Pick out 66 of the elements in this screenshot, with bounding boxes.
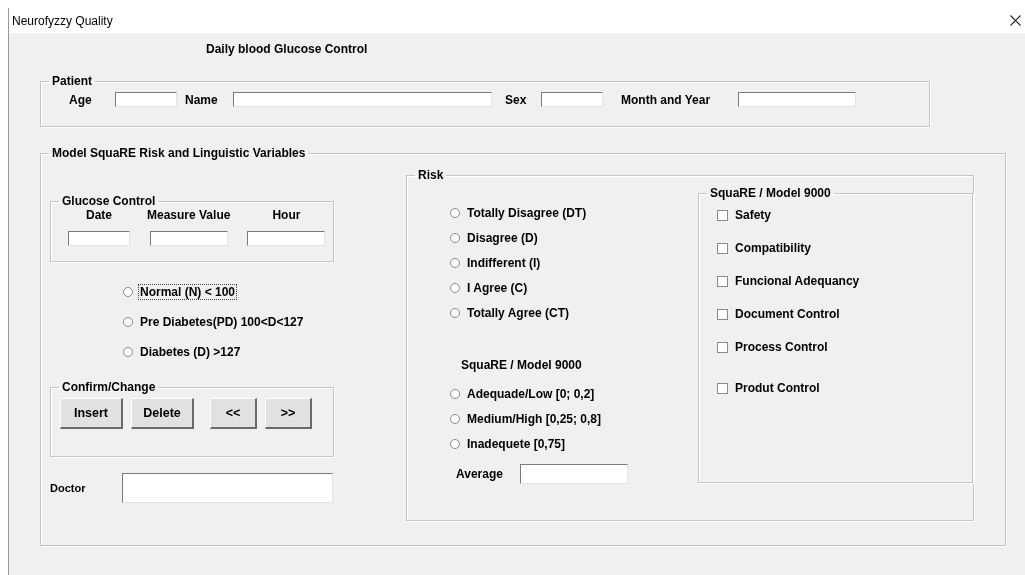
radio-label[interactable]: Inadequete [0,75] — [465, 436, 568, 452]
radio-button[interactable] — [450, 208, 460, 218]
checkbox-label[interactable]: Produt Control — [733, 380, 822, 396]
radio-button[interactable] — [123, 347, 133, 357]
group-legend: Risk — [415, 168, 447, 182]
checkbox-label[interactable]: Safety — [733, 207, 774, 223]
checkbox[interactable] — [717, 275, 728, 287]
group-legend: Model SquaRE Risk and Linguistic Variables — [49, 146, 309, 160]
input-field[interactable] — [541, 92, 603, 107]
radio-label[interactable]: I Agree (C) — [465, 280, 530, 296]
close-icon[interactable] — [1010, 15, 1021, 26]
input-field[interactable] — [68, 231, 130, 246]
radio-button[interactable] — [123, 287, 133, 297]
field-label: Name — [185, 92, 219, 107]
input-field[interactable] — [122, 473, 333, 503]
input-field[interactable] — [115, 92, 177, 107]
group-legend: Patient — [49, 74, 95, 88]
section-label: SquaRE / Model 9000 — [461, 358, 582, 372]
field-label: Average — [456, 467, 504, 481]
radio-label[interactable]: Diabetes (D) >127 — [138, 344, 243, 360]
action-button[interactable]: >> — [265, 398, 312, 429]
radio-button[interactable] — [450, 439, 460, 449]
checkbox-label[interactable]: Funcional Adequancy — [733, 273, 862, 289]
field-label: Age — [69, 92, 93, 107]
radio-button[interactable] — [450, 389, 460, 399]
input-field[interactable] — [149, 231, 228, 246]
radio-button[interactable] — [450, 308, 460, 318]
field-label: Date — [86, 208, 112, 222]
field-label: Hour — [272, 208, 301, 222]
radio-label[interactable]: Indifferent (I) — [465, 255, 543, 271]
group-legend: Confirm/Change — [59, 380, 159, 394]
radio-button[interactable] — [450, 258, 460, 268]
radio-label[interactable]: Totally Disagree (DT) — [465, 205, 589, 221]
radio-label[interactable]: Adequade/Low [0; 0,2] — [465, 386, 597, 402]
checkbox[interactable] — [717, 382, 728, 394]
radio-label[interactable]: Totally Agree (CT) — [465, 305, 571, 321]
checkbox[interactable] — [717, 341, 728, 353]
radio-label[interactable]: Disagree (D) — [465, 230, 540, 246]
checkbox-label[interactable]: Compatibility — [733, 240, 813, 256]
checkbox[interactable] — [717, 242, 728, 254]
input-field[interactable] — [233, 92, 492, 107]
checkbox-label[interactable]: Document Control — [733, 306, 842, 322]
form-heading: Daily blood Glucose Control — [206, 42, 368, 56]
input-field[interactable] — [738, 92, 856, 107]
action-button[interactable]: Delete — [131, 398, 194, 429]
radio-button[interactable] — [450, 414, 460, 424]
action-button[interactable]: << — [210, 398, 257, 429]
radio-button[interactable] — [450, 233, 460, 243]
checkbox[interactable] — [717, 209, 728, 221]
field-label: Sex — [505, 92, 528, 107]
group-legend: SquaRE / Model 9000 — [707, 186, 834, 200]
radio-button[interactable] — [450, 283, 460, 293]
group-legend: Glucose Control — [59, 194, 159, 208]
checkbox[interactable] — [717, 308, 728, 320]
input-field[interactable] — [247, 231, 326, 246]
action-button[interactable]: Insert — [60, 398, 123, 429]
field-label: Measure Value — [147, 208, 231, 222]
radio-label[interactable]: Normal (N) < 100 — [138, 284, 238, 300]
radio-label[interactable]: Medium/High [0,25; 0,8] — [465, 411, 604, 427]
window-title: Neurofyzzy Quality — [12, 13, 113, 28]
input-field[interactable] — [520, 464, 628, 484]
radio-button[interactable] — [123, 317, 133, 327]
field-label: Month and Year — [621, 92, 712, 107]
field-label: Doctor — [50, 482, 87, 494]
radio-label[interactable]: Pre Diabetes(PD) 100<D<127 — [138, 314, 306, 330]
checkbox-label[interactable]: Process Control — [733, 339, 830, 355]
